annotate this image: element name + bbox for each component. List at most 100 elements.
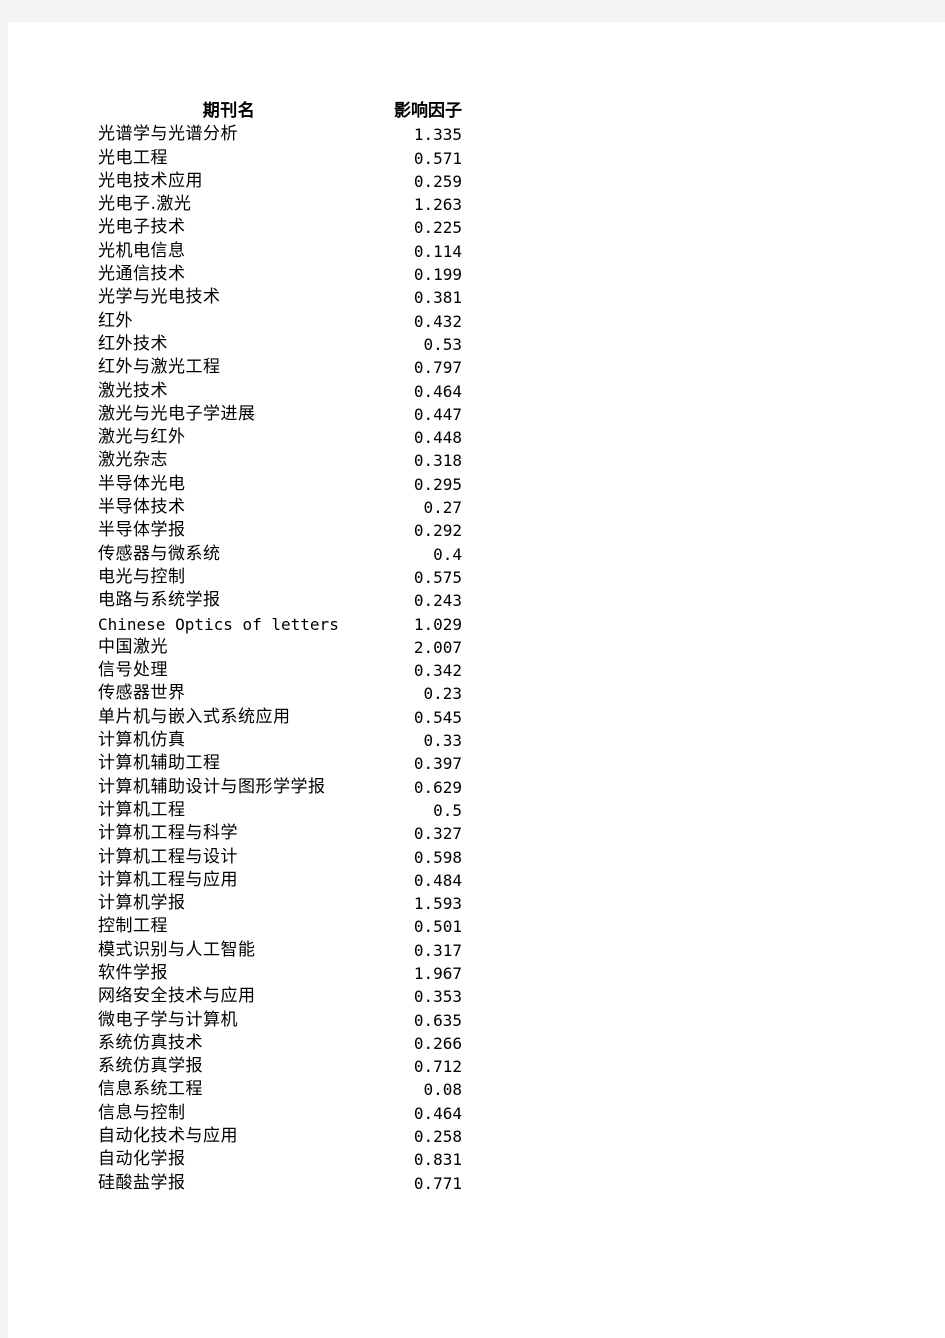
journal-name: 单片机与嵌入式系统应用 xyxy=(98,706,291,727)
impact-factor-value: 0.317 xyxy=(413,940,462,960)
table-body: 光谱学与光谱分析 1.335 光电工程 0.571 光电技术应用 0.259 光电子.激光 1… xyxy=(98,123,473,1195)
table-row: 光机电信息 0.114 xyxy=(98,240,473,263)
impact-factor-value: 0.797 xyxy=(413,358,462,378)
impact-factor-value: 0.292 xyxy=(413,521,462,541)
table-row: 红外技术 0.53 xyxy=(98,333,473,356)
journal-name: 计算机工程 xyxy=(98,799,186,820)
table-row: 计算机工程与科学 0.327 xyxy=(98,822,473,845)
journal-name: 信息与控制 xyxy=(98,1102,186,1123)
impact-factor-value: 0.08 xyxy=(423,1080,462,1100)
table-row: 控制工程 0.501 xyxy=(98,915,473,938)
journal-name: 模式识别与人工智能 xyxy=(98,939,256,960)
impact-factor-value: 2.007 xyxy=(413,637,462,657)
journal-name: 软件学报 xyxy=(98,962,168,983)
table-row: 半导体学报 0.292 xyxy=(98,519,473,542)
impact-factor-value: 0.484 xyxy=(413,870,462,890)
journal-name: Chinese Optics of letters xyxy=(98,614,339,634)
impact-factor-value: 0.771 xyxy=(413,1173,462,1193)
table-row: 软件学报 1.967 xyxy=(98,962,473,985)
journal-name: 网络安全技术与应用 xyxy=(98,986,256,1007)
impact-factor-value: 0.464 xyxy=(413,381,462,401)
impact-factor-value: 0.448 xyxy=(413,428,462,448)
impact-factor-value: 0.243 xyxy=(413,591,462,611)
table-row: 光通信技术 0.199 xyxy=(98,263,473,286)
journal-name: 红外与激光工程 xyxy=(98,357,221,378)
table-row: 计算机学报 1.593 xyxy=(98,892,473,915)
table-row: 半导体技术 0.27 xyxy=(98,496,473,519)
journal-name: 半导体光电 xyxy=(98,473,186,494)
journal-name: 自动化学报 xyxy=(98,1149,186,1170)
impact-factor-value: 0.342 xyxy=(413,661,462,681)
journal-name: 信息系统工程 xyxy=(98,1079,203,1100)
impact-factor-value: 0.295 xyxy=(413,474,462,494)
table-row: 激光技术 0.464 xyxy=(98,380,473,403)
journal-name: 信号处理 xyxy=(98,660,168,681)
table-header-row: 期刊名 影响因子 xyxy=(98,100,473,123)
journal-name: 自动化技术与应用 xyxy=(98,1126,238,1147)
journal-name: 光学与光电技术 xyxy=(98,287,221,308)
table-row: 单片机与嵌入式系统应用 0.545 xyxy=(98,706,473,729)
table-row: 自动化技术与应用 0.258 xyxy=(98,1125,473,1148)
impact-factor-value: 0.27 xyxy=(423,498,462,518)
table-row: 光电工程 0.571 xyxy=(98,147,473,170)
table-row: 电光与控制 0.575 xyxy=(98,566,473,589)
journal-name: 计算机学报 xyxy=(98,893,186,914)
journal-name: 硅酸盐学报 xyxy=(98,1172,186,1193)
journal-name: 计算机辅助设计与图形学学报 xyxy=(98,776,326,797)
journal-name: 光电技术应用 xyxy=(98,170,203,191)
journal-name: 电路与系统学报 xyxy=(98,590,221,611)
journal-name: 半导体技术 xyxy=(98,497,186,518)
journal-name: 传感器世界 xyxy=(98,683,186,704)
impact-factor-value: 1.263 xyxy=(413,195,462,215)
table-row: 模式识别与人工智能 0.317 xyxy=(98,939,473,962)
table-row: 光电技术应用 0.259 xyxy=(98,170,473,193)
journal-name: 计算机仿真 xyxy=(98,730,186,751)
impact-factor-value: 0.629 xyxy=(413,777,462,797)
table-row: 计算机辅助设计与图形学学报 0.629 xyxy=(98,776,473,799)
table-row: 红外与激光工程 0.797 xyxy=(98,356,473,379)
impact-factor-value: 0.545 xyxy=(413,707,462,727)
journal-name: 激光与光电子学进展 xyxy=(98,403,256,424)
table-row: 计算机辅助工程 0.397 xyxy=(98,752,473,775)
impact-factor-value: 0.571 xyxy=(413,148,462,168)
table-row: 信息系统工程 0.08 xyxy=(98,1078,473,1101)
journal-impact-table: 期刊名 影响因子 光谱学与光谱分析 1.335 光电工程 0.571 光电技术应用 0.2… xyxy=(98,100,473,1195)
journal-name: 半导体学报 xyxy=(98,520,186,541)
impact-factor-value: 1.029 xyxy=(413,614,462,634)
journal-name: 系统仿真技术 xyxy=(98,1032,203,1053)
table-row: 中国激光 2.007 xyxy=(98,636,473,659)
journal-name: 光谱学与光谱分析 xyxy=(98,124,238,145)
impact-factor-value: 0.712 xyxy=(413,1057,462,1077)
table-row: 半导体光电 0.295 xyxy=(98,473,473,496)
impact-factor-value: 0.114 xyxy=(413,241,462,261)
impact-factor-value: 0.327 xyxy=(413,824,462,844)
journal-name: 激光杂志 xyxy=(98,450,168,471)
impact-factor-value: 0.575 xyxy=(413,567,462,587)
table-row: 光电子.激光 1.263 xyxy=(98,193,473,216)
impact-factor-value: 0.259 xyxy=(413,171,462,191)
table-row: 计算机工程与应用 0.484 xyxy=(98,869,473,892)
table-row: 传感器与微系统 0.4 xyxy=(98,543,473,566)
impact-factor-value: 0.53 xyxy=(423,334,462,354)
impact-factor-value: 0.33 xyxy=(423,731,462,751)
impact-factor-value: 0.318 xyxy=(413,451,462,471)
table-row: 信息与控制 0.464 xyxy=(98,1102,473,1125)
journal-name: 控制工程 xyxy=(98,916,168,937)
impact-factor-value: 0.225 xyxy=(413,218,462,238)
journal-name: 光电子技术 xyxy=(98,217,186,238)
table-row: 红外 0.432 xyxy=(98,310,473,333)
table-row: 微电子学与计算机 0.635 xyxy=(98,1009,473,1032)
impact-factor-value: 0.199 xyxy=(413,265,462,285)
journal-name: 微电子学与计算机 xyxy=(98,1009,238,1030)
impact-factor-value: 0.598 xyxy=(413,847,462,867)
impact-factor-value: 0.266 xyxy=(413,1033,462,1053)
table-row: 光谱学与光谱分析 1.335 xyxy=(98,123,473,146)
journal-name: 计算机工程与科学 xyxy=(98,823,238,844)
impact-factor-value: 1.593 xyxy=(413,894,462,914)
impact-factor-value: 0.447 xyxy=(413,404,462,424)
impact-factor-value: 0.381 xyxy=(413,288,462,308)
impact-factor-value: 0.464 xyxy=(413,1103,462,1123)
table-row: 光电子技术 0.225 xyxy=(98,216,473,239)
journal-name: 激光与红外 xyxy=(98,427,186,448)
table-row: 网络安全技术与应用 0.353 xyxy=(98,985,473,1008)
